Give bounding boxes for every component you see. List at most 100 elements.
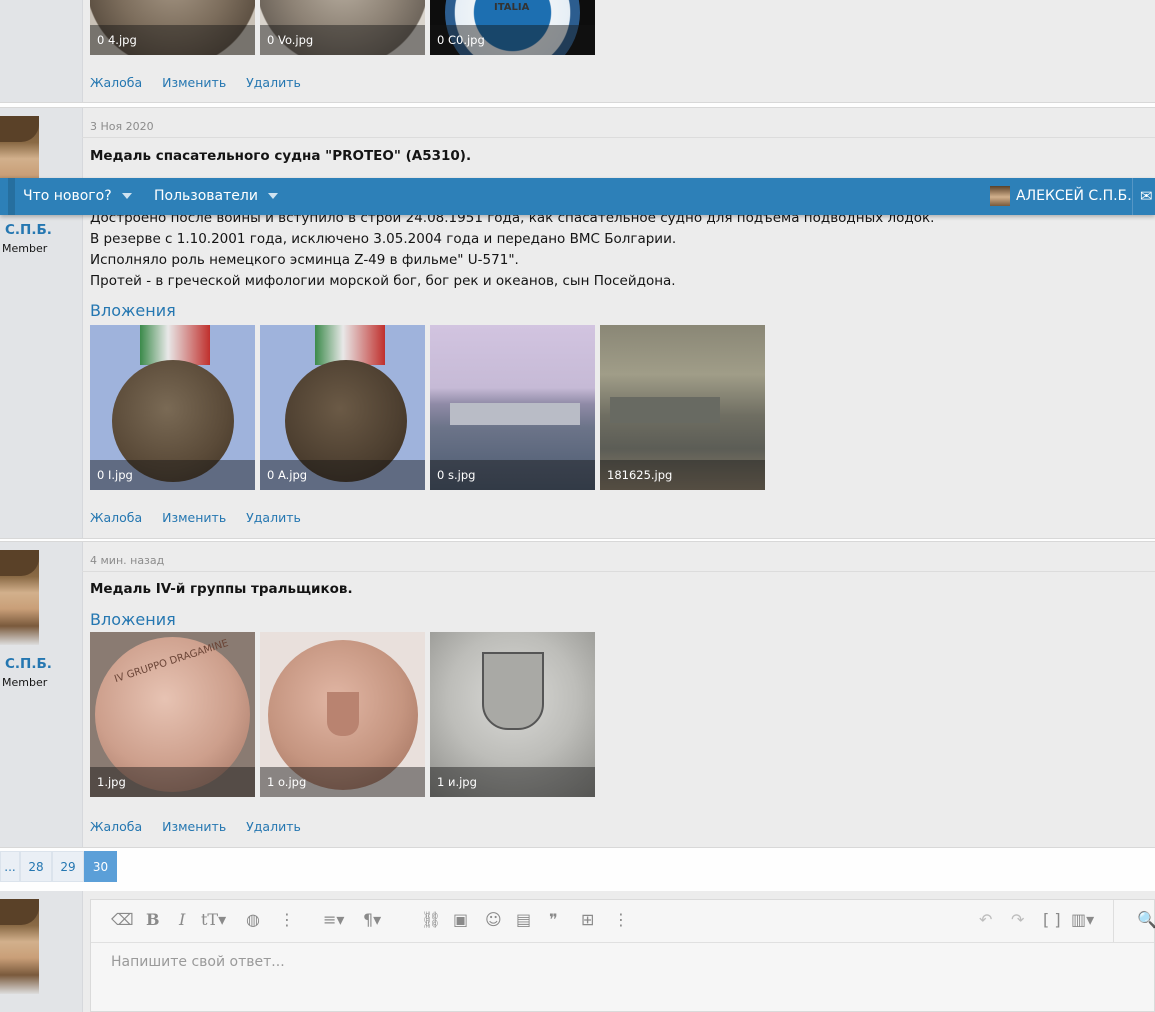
edit-link[interactable]: Изменить [162,75,226,90]
media-icon[interactable]: ▤ [516,910,531,929]
post-sidebar [0,0,83,102]
more-vertical-icon[interactable]: ⋮ [279,910,295,929]
attachment-thumb[interactable]: ITALIA 0 C0.jpg [430,0,595,55]
bold-icon[interactable]: B [146,910,160,929]
post-date[interactable]: 3 Ноя 2020 [90,120,154,133]
more-vertical-icon[interactable]: ⋮ [613,910,629,929]
attachment-thumb[interactable]: 0 Vo.jpg [260,0,425,55]
save-draft-icon[interactable]: ▥▾ [1071,910,1094,929]
smiley-icon[interactable]: ☺ [485,910,502,929]
font-size-icon[interactable]: tT▾ [201,910,226,929]
table-icon[interactable]: ⊞ [581,910,594,929]
chevron-down-icon[interactable] [267,193,278,199]
undo-icon[interactable]: ↶ [979,910,992,929]
edit-link[interactable]: Изменить [162,510,226,525]
toolbar-divider [1113,900,1114,942]
reply-sidebar [0,891,83,1012]
ribbon-image [315,325,385,365]
delete-link[interactable]: Удалить [246,75,301,90]
clear-format-icon[interactable]: ⌫ [111,910,134,929]
avatar[interactable] [0,899,39,994]
post-actions: Жалоба Изменить Удалить [90,819,317,834]
attachments-heading: Вложения [90,301,176,320]
attachment-thumb[interactable]: 0 4.jpg [90,0,255,55]
navbar-edge [8,178,15,215]
post-text-line: В резерве с 1.10.2001 года, исключено 3.… [90,231,677,247]
attachment-filename: 1.jpg [90,767,255,797]
ribbon-image [140,325,210,365]
post-actions: Жалоба Изменить Удалить [90,75,317,90]
bbcode-icon[interactable]: [ ] [1043,910,1061,929]
attachment-filename: 0 C0.jpg [430,25,595,55]
reply-editor: ⌫ B I tT▾ ◍ ⋮ ≡▾ ¶▾ ⛓ ▣ ☺ ▤ ❞ ⊞ ⋮ ↶ ↷ [ … [90,899,1155,1012]
page-29[interactable]: 29 [52,851,84,882]
attachment-thumb[interactable]: 181625.jpg [600,325,765,490]
edit-link[interactable]: Изменить [162,819,226,834]
divider [82,571,1155,572]
preview-icon[interactable]: 🔍 [1137,910,1155,929]
page-28[interactable]: 28 [20,851,52,882]
attachment-thumb[interactable]: 1 o.jpg [260,632,425,797]
post-3: С.П.Б. Member 4 мин. назад Медаль IV-й г… [0,541,1155,848]
post-title: Медаль спасательного судна "PROTEO" (A53… [90,148,472,164]
attachment-thumb[interactable]: 0 s.jpg [430,325,595,490]
attachment-filename: 0 I.jpg [90,460,255,490]
image-icon[interactable]: ▣ [453,910,468,929]
attachment-filename: 181625.jpg [600,460,765,490]
link-icon[interactable]: ⛓ [421,910,441,929]
attachment-thumb[interactable]: 0 A.jpg [260,325,425,490]
user-title: Member [2,242,48,255]
report-link[interactable]: Жалоба [90,819,142,834]
page-30-current[interactable]: 30 [84,851,117,882]
report-link[interactable]: Жалоба [90,510,142,525]
page-ellipsis[interactable]: ... [0,851,20,882]
ship-image [610,397,720,423]
attachment-filename: 0 A.jpg [260,460,425,490]
avatar[interactable] [0,550,39,645]
redo-icon[interactable]: ↷ [1011,910,1024,929]
post-text-line: Протей - в греческой мифологии морской б… [90,273,676,289]
attachment-filename: 0 4.jpg [90,25,255,55]
report-link[interactable]: Жалоба [90,75,142,90]
paragraph-icon[interactable]: ¶▾ [363,910,381,929]
post-date[interactable]: 4 мин. назад [90,554,164,567]
account-name: АЛЕКСЕЙ С.П.Б. [1016,188,1132,204]
attachment-filename: 0 Vo.jpg [260,25,425,55]
post-2: С.П.Б. Member 3 Ноя 2020 Медаль спасател… [0,107,1155,539]
editor-toolbar: ⌫ B I tT▾ ◍ ⋮ ≡▾ ¶▾ ⛓ ▣ ☺ ▤ ❞ ⊞ ⋮ ↶ ↷ [ … [91,900,1155,943]
envelope-icon[interactable]: ✉ [1140,178,1153,215]
post-sidebar: С.П.Б. Member [0,542,83,847]
delete-link[interactable]: Удалить [246,510,301,525]
post-text-line: Исполняло роль немецкого эсминца Z-49 в … [90,252,519,268]
reply-input[interactable]: Напишите свой ответ... [111,954,285,970]
attachment-thumb[interactable]: IV GRUPPO DRAGAMINE 1.jpg [90,632,255,797]
username[interactable]: С.П.Б. [5,222,52,238]
attachment-filename: 0 s.jpg [430,460,595,490]
italic-icon[interactable]: I [179,910,185,929]
attachment-thumb[interactable]: 0 I.jpg [90,325,255,490]
coat-of-arms-image [327,692,359,736]
sticky-navbar: Что нового? Пользователи АЛЕКСЕЙ С.П.Б. … [0,178,1155,215]
nav-members-label: Пользователи [154,188,258,204]
attachment-thumb[interactable]: 1 и.jpg [430,632,595,797]
username[interactable]: С.П.Б. [5,656,52,672]
user-title: Member [2,676,48,689]
post-title: Медаль IV-й группы тральщиков. [90,581,353,597]
coat-of-arms-image [482,652,544,730]
align-icon[interactable]: ≡▾ [323,910,344,929]
divider [82,137,1155,138]
attachment-filename: 1 и.jpg [430,767,595,797]
italia-text: ITALIA [494,2,530,13]
quote-icon[interactable]: ❞ [549,910,558,929]
nav-members[interactable]: Пользователи [154,178,278,215]
chevron-down-icon[interactable] [121,193,132,199]
attachment-filename: 1 o.jpg [260,767,425,797]
delete-link[interactable]: Удалить [246,819,301,834]
account-menu[interactable]: АЛЕКСЕЙ С.П.Б. [990,178,1132,215]
attachments-heading: Вложения [90,610,176,629]
account-avatar [990,186,1010,206]
color-palette-icon[interactable]: ◍ [246,910,260,929]
nav-whats-new-label: Что нового? [23,188,112,204]
ship-image [450,403,580,425]
nav-whats-new[interactable]: Что нового? [23,178,132,215]
